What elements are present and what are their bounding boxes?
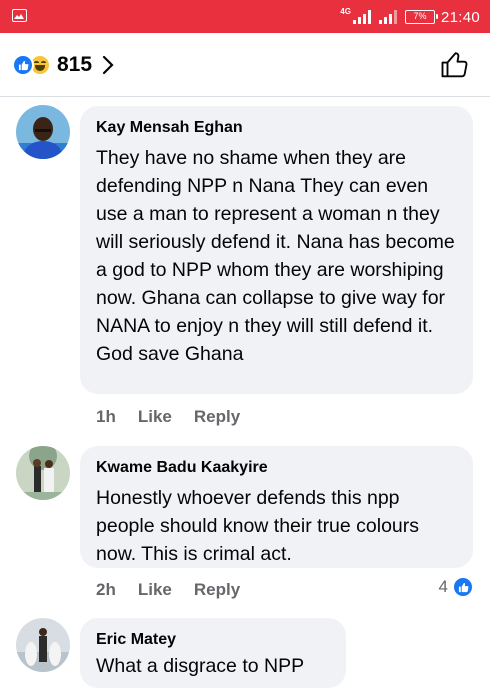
comment-author[interactable]: Kwame Badu Kaakyire — [96, 458, 457, 478]
comment-author[interactable]: Kay Mensah Eghan — [96, 118, 457, 138]
avatar[interactable] — [16, 446, 70, 500]
like-button[interactable]: Like — [138, 580, 172, 600]
avatar[interactable] — [16, 105, 70, 159]
clock: 21:40 — [440, 8, 480, 26]
network-type-label: 4G — [340, 6, 351, 16]
comment-actions: 2h Like Reply — [96, 580, 240, 600]
comment-reactions[interactable]: 4 — [439, 576, 474, 598]
reply-button[interactable]: Reply — [194, 580, 240, 600]
comment-actions: 1h Like Reply — [96, 407, 240, 427]
comment-time: 1h — [96, 407, 116, 426]
battery-level: 7% — [413, 11, 427, 21]
like-icon — [452, 576, 474, 598]
reaction-count: 815 — [57, 53, 93, 76]
battery-icon: 7% — [404, 10, 438, 24]
like-icon — [12, 54, 34, 76]
thumbs-up-icon[interactable] — [440, 50, 470, 80]
reactions-header: 815 — [0, 33, 490, 97]
like-button[interactable]: Like — [138, 407, 172, 427]
comment-text: They have no shame when they are defendi… — [96, 147, 455, 365]
comment-bubble[interactable]: Kwame Badu Kaakyire Honestly whoever def… — [80, 446, 473, 568]
chevron-right-icon — [102, 55, 114, 75]
status-bar: 4G 7% 21:40 — [0, 0, 490, 33]
comment-text: What a disgrace to NPP — [96, 655, 305, 677]
comment-reaction-count: 4 — [438, 577, 448, 596]
gallery-icon — [12, 9, 27, 22]
comment-time: 2h — [96, 580, 116, 599]
signal-icon-2 — [378, 10, 397, 24]
avatar[interactable] — [16, 618, 70, 672]
signal-icon — [352, 10, 371, 24]
comment-bubble[interactable]: Eric Matey What a disgrace to NPP — [80, 618, 346, 688]
reactions-summary[interactable]: 815 — [12, 52, 114, 78]
comment-author[interactable]: Eric Matey — [96, 630, 330, 650]
comment-text: Honestly whoever defends this npp people… — [96, 487, 420, 565]
reply-button[interactable]: Reply — [194, 407, 240, 427]
comment-bubble[interactable]: Kay Mensah Eghan They have no shame when… — [80, 106, 473, 394]
